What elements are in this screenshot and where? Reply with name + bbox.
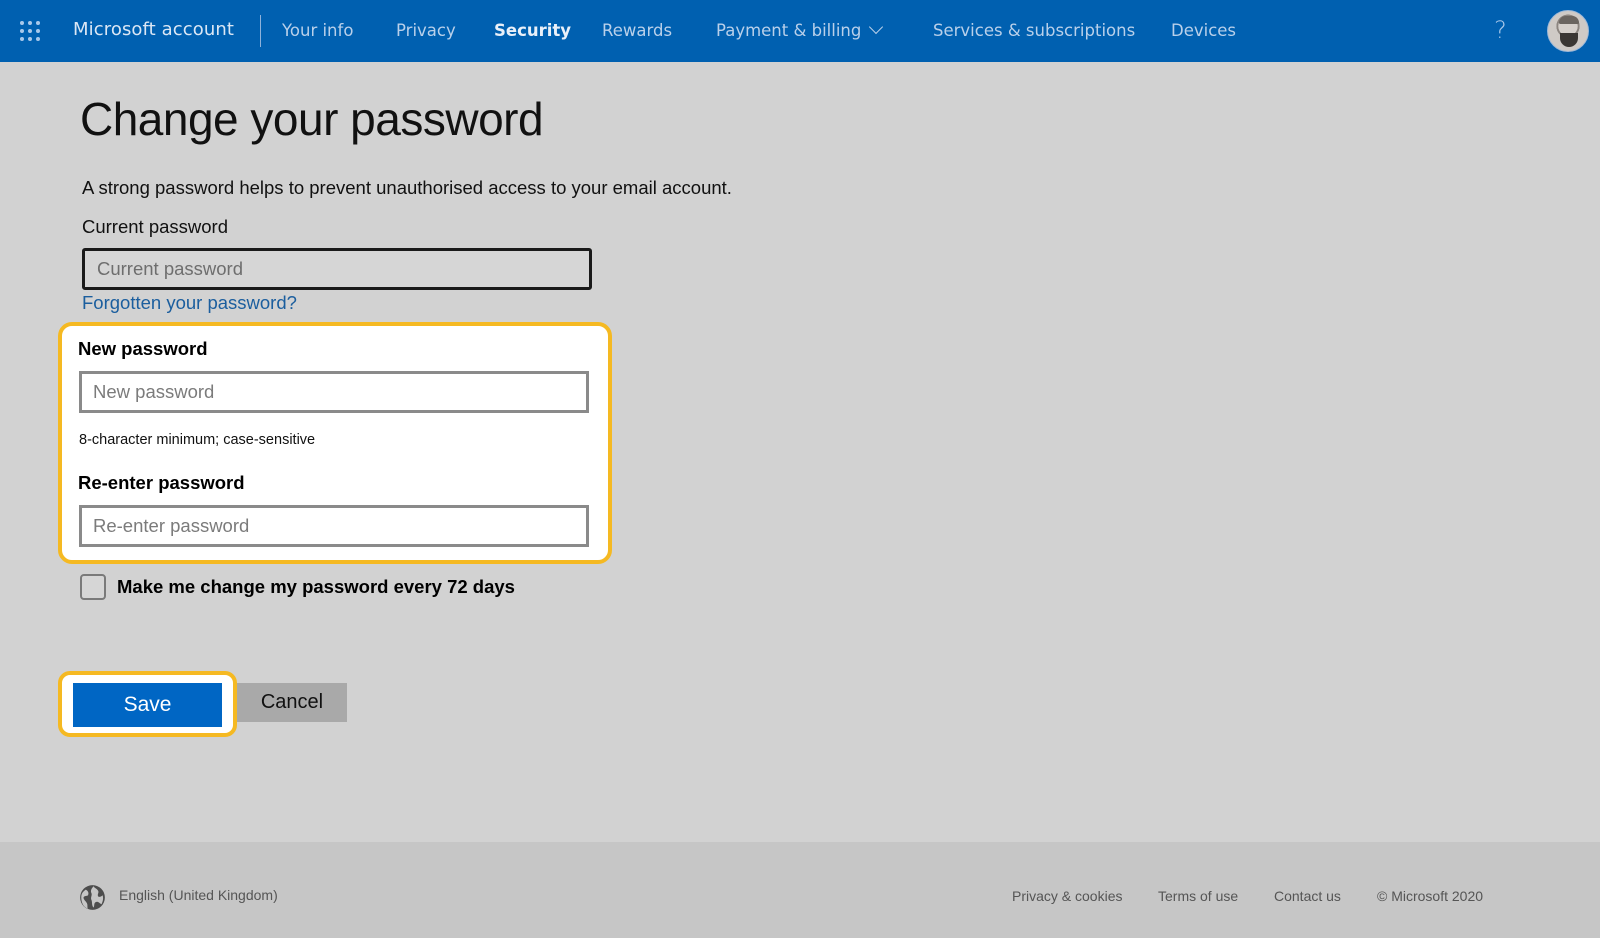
waffle-dot — [28, 29, 32, 33]
nav-payment-billing[interactable]: Payment & billing — [716, 19, 884, 40]
new-password-input[interactable] — [79, 371, 589, 413]
waffle-dot — [20, 29, 24, 33]
page-title: Change your password — [80, 93, 544, 145]
avatar-hair — [1559, 16, 1579, 24]
current-password-label: Current password — [82, 216, 229, 237]
globe-icon — [80, 885, 105, 910]
reenter-password-input[interactable] — [79, 505, 589, 547]
intro-text: A strong password helps to prevent unaut… — [82, 177, 732, 198]
brand-title[interactable]: Microsoft account — [73, 19, 234, 40]
waffle-dot — [36, 29, 40, 33]
nav-your-info[interactable]: Your info — [282, 21, 353, 40]
nav-payment-billing-label: Payment & billing — [716, 21, 862, 40]
nav-privacy[interactable]: Privacy — [396, 21, 456, 40]
chevron-down-icon — [869, 19, 884, 35]
password-expiry-checkbox[interactable] — [80, 574, 106, 600]
password-requirements-hint: 8-character minimum; case-sensitive — [79, 432, 316, 448]
nav-devices[interactable]: Devices — [1171, 21, 1236, 40]
footer-link-privacy-cookies[interactable]: Privacy & cookies — [1012, 888, 1122, 904]
save-button[interactable]: Save — [73, 683, 222, 727]
footer-link-contact-us[interactable]: Contact us — [1274, 888, 1341, 904]
nav-rewards[interactable]: Rewards — [602, 21, 672, 40]
app-launcher-waffle-icon[interactable] — [20, 21, 42, 41]
footer-link-terms-of-use[interactable]: Terms of use — [1158, 888, 1238, 904]
forgot-password-link[interactable]: Forgotten your password? — [82, 292, 297, 314]
waffle-dot — [20, 21, 24, 25]
nav-security[interactable]: Security — [494, 21, 571, 40]
waffle-dot — [20, 37, 24, 41]
user-avatar[interactable] — [1547, 10, 1589, 52]
new-password-label: New password — [78, 338, 208, 359]
cancel-button[interactable]: Cancel — [237, 683, 347, 722]
top-navigation-bar: Microsoft account Your info Privacy Secu… — [0, 0, 1600, 62]
avatar-beard — [1560, 33, 1578, 47]
help-icon[interactable]: ? — [1494, 16, 1507, 44]
nav-services-subscriptions[interactable]: Services & subscriptions — [933, 21, 1135, 40]
password-expiry-label[interactable]: Make me change my password every 72 days — [117, 576, 515, 598]
waffle-dot — [28, 21, 32, 25]
waffle-dot — [28, 37, 32, 41]
brand-divider — [260, 15, 261, 47]
current-password-input[interactable] — [82, 248, 592, 290]
reenter-password-label: Re-enter password — [78, 472, 245, 493]
waffle-dot — [36, 37, 40, 41]
copyright-text: © Microsoft 2020 — [1377, 888, 1484, 904]
locale-selector[interactable]: English (United Kingdom) — [119, 887, 278, 903]
waffle-dot — [36, 21, 40, 25]
